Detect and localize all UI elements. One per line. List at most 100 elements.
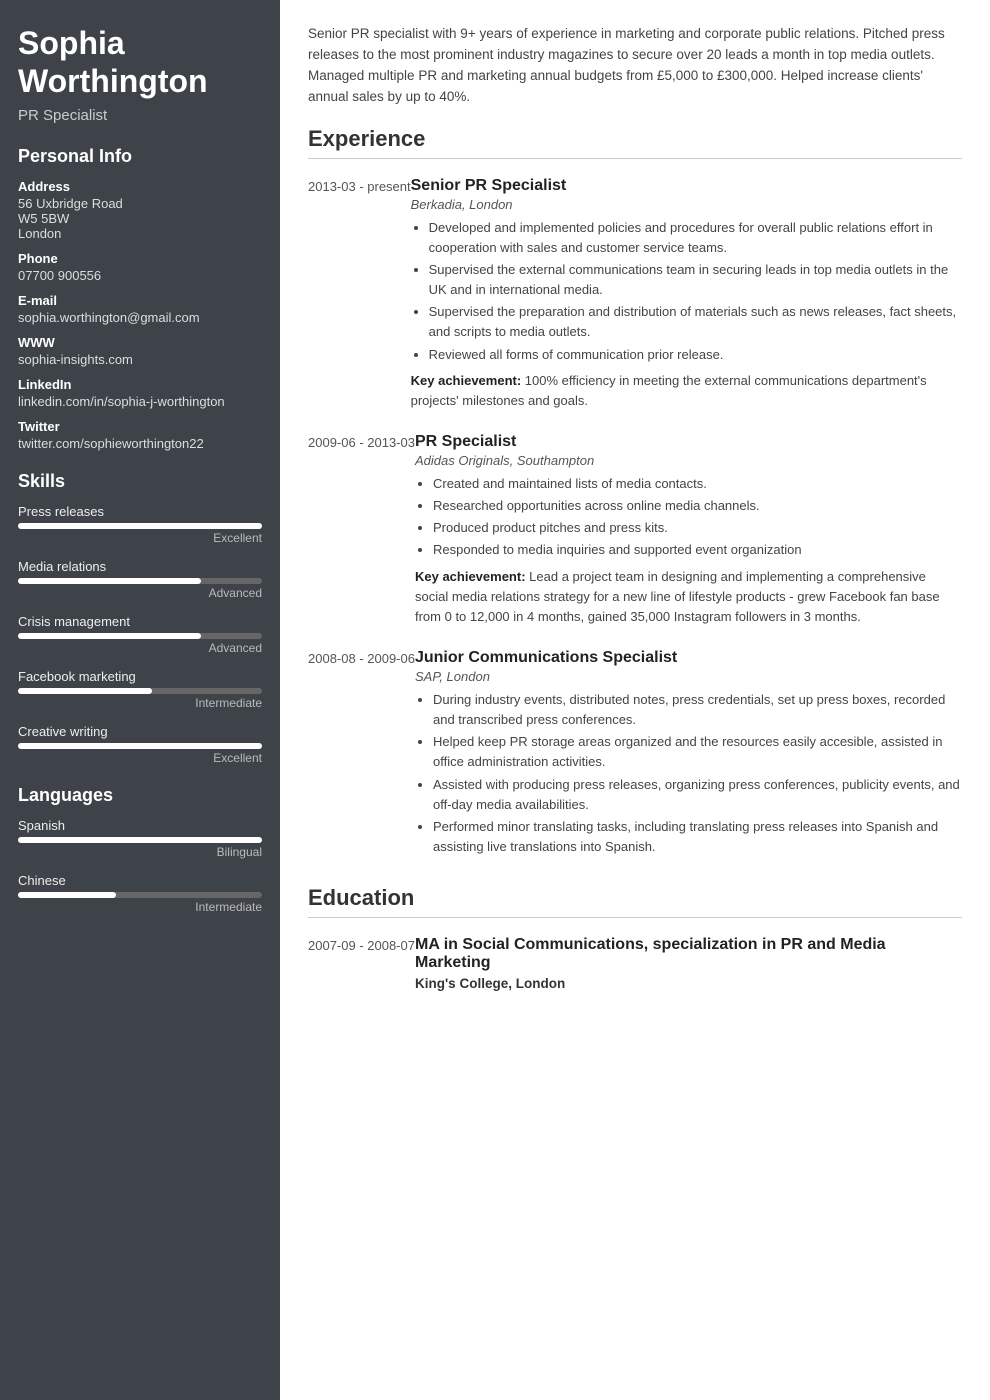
education-list: 2007-09 - 2008-07 MA in Social Communica…	[308, 936, 962, 991]
edu-date: 2007-09 - 2008-07	[308, 936, 415, 991]
education-heading: Education	[308, 885, 962, 918]
address-label: Address	[18, 179, 262, 194]
skill-name: Media relations	[18, 559, 262, 574]
exp-bullet: Helped keep PR storage areas organized a…	[433, 732, 962, 772]
linkedin-value: linkedin.com/in/sophia-j-worthington	[18, 394, 262, 409]
language-level: Intermediate	[18, 900, 262, 914]
summary-text: Senior PR specialist with 9+ years of ex…	[308, 24, 962, 108]
key-achievement: Key achievement: 100% efficiency in meet…	[411, 371, 962, 411]
exp-bullet: Assisted with producing press releases, …	[433, 775, 962, 815]
exp-company: Adidas Originals, Southampton	[415, 453, 962, 468]
twitter-value: twitter.com/sophieworthington22	[18, 436, 262, 451]
edu-school: King's College, London	[415, 976, 962, 991]
skill-level: Intermediate	[18, 696, 262, 710]
exp-bullets: Developed and implemented policies and p…	[411, 218, 962, 365]
exp-date: 2013-03 - present	[308, 177, 411, 411]
exp-bullets: During industry events, distributed note…	[415, 690, 962, 857]
exp-date: 2008-08 - 2009-06	[308, 649, 415, 863]
skill-bar-fill	[18, 688, 152, 694]
exp-bullet: Produced product pitches and press kits.	[433, 518, 962, 538]
skill-item: Press releases Excellent	[18, 504, 262, 545]
language-item: Chinese Intermediate	[18, 873, 262, 914]
skill-name: Facebook marketing	[18, 669, 262, 684]
exp-bullet: During industry events, distributed note…	[433, 690, 962, 730]
skill-bar-fill	[18, 523, 262, 529]
candidate-title: PR Specialist	[18, 107, 262, 124]
skill-name: Crisis management	[18, 614, 262, 629]
candidate-name: Sophia Worthington	[18, 24, 262, 101]
education-entry: 2007-09 - 2008-07 MA in Social Communica…	[308, 936, 962, 991]
skill-item: Creative writing Excellent	[18, 724, 262, 765]
linkedin-label: LinkedIn	[18, 377, 262, 392]
email-label: E-mail	[18, 293, 262, 308]
language-bar-bg	[18, 837, 262, 843]
skill-bar-bg	[18, 523, 262, 529]
skill-bar-bg	[18, 633, 262, 639]
language-name: Spanish	[18, 818, 262, 833]
exp-title: Junior Communications Specialist	[415, 649, 962, 667]
skill-bar-fill	[18, 743, 262, 749]
language-bar-bg	[18, 892, 262, 898]
address-line-3: London	[18, 226, 262, 241]
language-item: Spanish Bilingual	[18, 818, 262, 859]
skill-level: Excellent	[18, 531, 262, 545]
exp-bullet: Supervised the external communications t…	[429, 260, 962, 300]
exp-title: Senior PR Specialist	[411, 177, 962, 195]
personal-info-heading: Personal Info	[18, 146, 262, 167]
language-level: Bilingual	[18, 845, 262, 859]
exp-title: PR Specialist	[415, 433, 962, 451]
edu-degree: MA in Social Communications, specializat…	[415, 936, 962, 972]
address-line-1: 56 Uxbridge Road	[18, 196, 262, 211]
skill-bar-bg	[18, 743, 262, 749]
phone-value: 07700 900556	[18, 268, 262, 283]
exp-bullet: Supervised the preparation and distribut…	[429, 302, 962, 342]
www-label: WWW	[18, 335, 262, 350]
skill-level: Advanced	[18, 641, 262, 655]
experience-entry: 2009-06 - 2013-03 PR Specialist Adidas O…	[308, 433, 962, 627]
exp-details: Junior Communications Specialist SAP, Lo…	[415, 649, 962, 863]
language-bar-fill	[18, 837, 262, 843]
skill-bar-fill	[18, 578, 201, 584]
skills-heading: Skills	[18, 471, 262, 492]
exp-date: 2009-06 - 2013-03	[308, 433, 415, 627]
edu-details: MA in Social Communications, specializat…	[415, 936, 962, 991]
www-value: sophia-insights.com	[18, 352, 262, 367]
exp-details: PR Specialist Adidas Originals, Southamp…	[415, 433, 962, 627]
email-value: sophia.worthington@gmail.com	[18, 310, 262, 325]
skill-item: Crisis management Advanced	[18, 614, 262, 655]
exp-company: SAP, London	[415, 669, 962, 684]
experience-list: 2013-03 - present Senior PR Specialist B…	[308, 177, 962, 863]
languages-list: Spanish Bilingual Chinese Intermediate	[18, 818, 262, 914]
experience-entry: 2013-03 - present Senior PR Specialist B…	[308, 177, 962, 411]
skill-bar-bg	[18, 688, 262, 694]
exp-bullet: Researched opportunities across online m…	[433, 496, 962, 516]
sidebar: Sophia Worthington PR Specialist Persona…	[0, 0, 280, 1400]
exp-details: Senior PR Specialist Berkadia, London De…	[411, 177, 962, 411]
exp-bullet: Developed and implemented policies and p…	[429, 218, 962, 258]
skill-bar-bg	[18, 578, 262, 584]
skill-item: Facebook marketing Intermediate	[18, 669, 262, 710]
key-achievement: Key achievement: Lead a project team in …	[415, 567, 962, 627]
skill-name: Press releases	[18, 504, 262, 519]
phone-label: Phone	[18, 251, 262, 266]
experience-entry: 2008-08 - 2009-06 Junior Communications …	[308, 649, 962, 863]
skill-bar-fill	[18, 633, 201, 639]
exp-bullets: Created and maintained lists of media co…	[415, 474, 962, 561]
skills-list: Press releases Excellent Media relations…	[18, 504, 262, 765]
address-line-2: W5 5BW	[18, 211, 262, 226]
skill-item: Media relations Advanced	[18, 559, 262, 600]
skill-name: Creative writing	[18, 724, 262, 739]
exp-bullet: Performed minor translating tasks, inclu…	[433, 817, 962, 857]
exp-company: Berkadia, London	[411, 197, 962, 212]
twitter-label: Twitter	[18, 419, 262, 434]
languages-heading: Languages	[18, 785, 262, 806]
exp-bullet: Responded to media inquiries and support…	[433, 540, 962, 560]
skill-level: Excellent	[18, 751, 262, 765]
exp-bullet: Created and maintained lists of media co…	[433, 474, 962, 494]
language-bar-fill	[18, 892, 116, 898]
experience-heading: Experience	[308, 126, 962, 159]
language-name: Chinese	[18, 873, 262, 888]
main-content: Senior PR specialist with 9+ years of ex…	[280, 0, 990, 1400]
exp-bullet: Reviewed all forms of communication prio…	[429, 345, 962, 365]
skill-level: Advanced	[18, 586, 262, 600]
